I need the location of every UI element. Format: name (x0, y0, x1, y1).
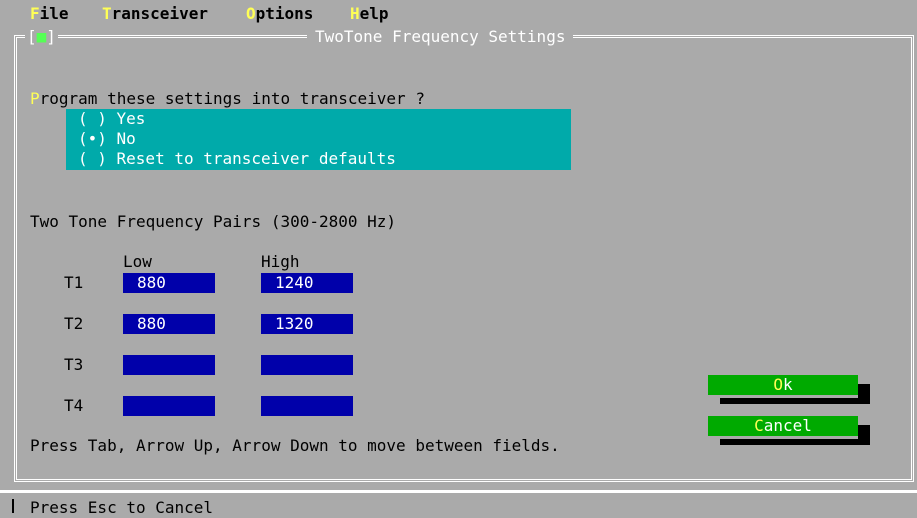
program-question-label: rogram these settings into transceiver ? (39, 89, 425, 108)
radio-no[interactable]: (•) No (78, 129, 136, 149)
menu-help-label: elp (359, 4, 389, 23)
t4-low-field[interactable] (123, 396, 215, 416)
close-icon: ■ (36, 27, 47, 46)
high-column-header: High (261, 252, 300, 271)
ok-button-shadow-bottom (720, 398, 870, 404)
close-button[interactable]: [■] (25, 28, 58, 46)
close-bracket-left: [ (27, 27, 37, 46)
menu-file[interactable]: File (30, 6, 69, 22)
t1-high-field[interactable]: 1240 (261, 273, 353, 293)
radio-reset-defaults[interactable]: ( ) Reset to transceiver defaults (78, 149, 396, 169)
row-label-t4: T4 (64, 396, 84, 415)
menu-help[interactable]: Help (350, 6, 389, 22)
t4-high-field[interactable] (261, 396, 353, 416)
menu-options-label: ptions (255, 4, 314, 23)
t3-low-field[interactable] (123, 355, 215, 375)
row-label-t1: T1 (64, 273, 84, 292)
menu-options-hotkey: O (246, 4, 256, 23)
ok-hotkey: O (773, 375, 783, 394)
menu-file-hotkey: F (30, 4, 40, 23)
menu-help-hotkey: H (350, 4, 360, 23)
low-column-header: Low (123, 252, 152, 271)
ok-button[interactable]: Ok (708, 375, 858, 395)
t2-high-field[interactable]: 1320 (261, 314, 353, 334)
pairs-heading: Two Tone Frequency Pairs (300-2800 Hz) (30, 212, 397, 231)
t1-low-field[interactable]: 880 (123, 273, 215, 293)
menu-file-label: ile (39, 4, 69, 23)
menu-options[interactable]: Options (246, 6, 313, 22)
close-bracket-right: ] (46, 27, 56, 46)
t2-low-field[interactable]: 880 (123, 314, 215, 334)
menu-bar: File Transceiver Options Help (0, 0, 917, 22)
dialog-title: TwoTone Frequency Settings (307, 28, 574, 46)
cancel-button[interactable]: Cancel (708, 416, 858, 436)
program-hotkey: P (30, 89, 40, 108)
ok-label: k (783, 375, 793, 394)
program-question: Program these settings into transceiver … (30, 89, 425, 109)
menu-transceiver-hotkey: T (102, 4, 112, 23)
radio-yes[interactable]: ( ) Yes (78, 109, 145, 129)
cancel-button-shadow-bottom (720, 439, 870, 445)
navigation-hint: Press Tab, Arrow Up, Arrow Down to move … (30, 436, 560, 455)
cancel-hotkey: C (754, 416, 764, 435)
menu-transceiver-label: ransceiver (111, 4, 208, 23)
row-label-t3: T3 (64, 355, 84, 374)
status-text: Press Esc to Cancel (30, 498, 214, 517)
status-tick (12, 499, 14, 513)
program-radio-group: ( ) Yes (•) No ( ) Reset to transceiver … (66, 109, 571, 170)
row-label-t2: T2 (64, 314, 84, 333)
cancel-label: ancel (763, 416, 812, 435)
t3-high-field[interactable] (261, 355, 353, 375)
menu-transceiver[interactable]: Transceiver (102, 6, 208, 22)
